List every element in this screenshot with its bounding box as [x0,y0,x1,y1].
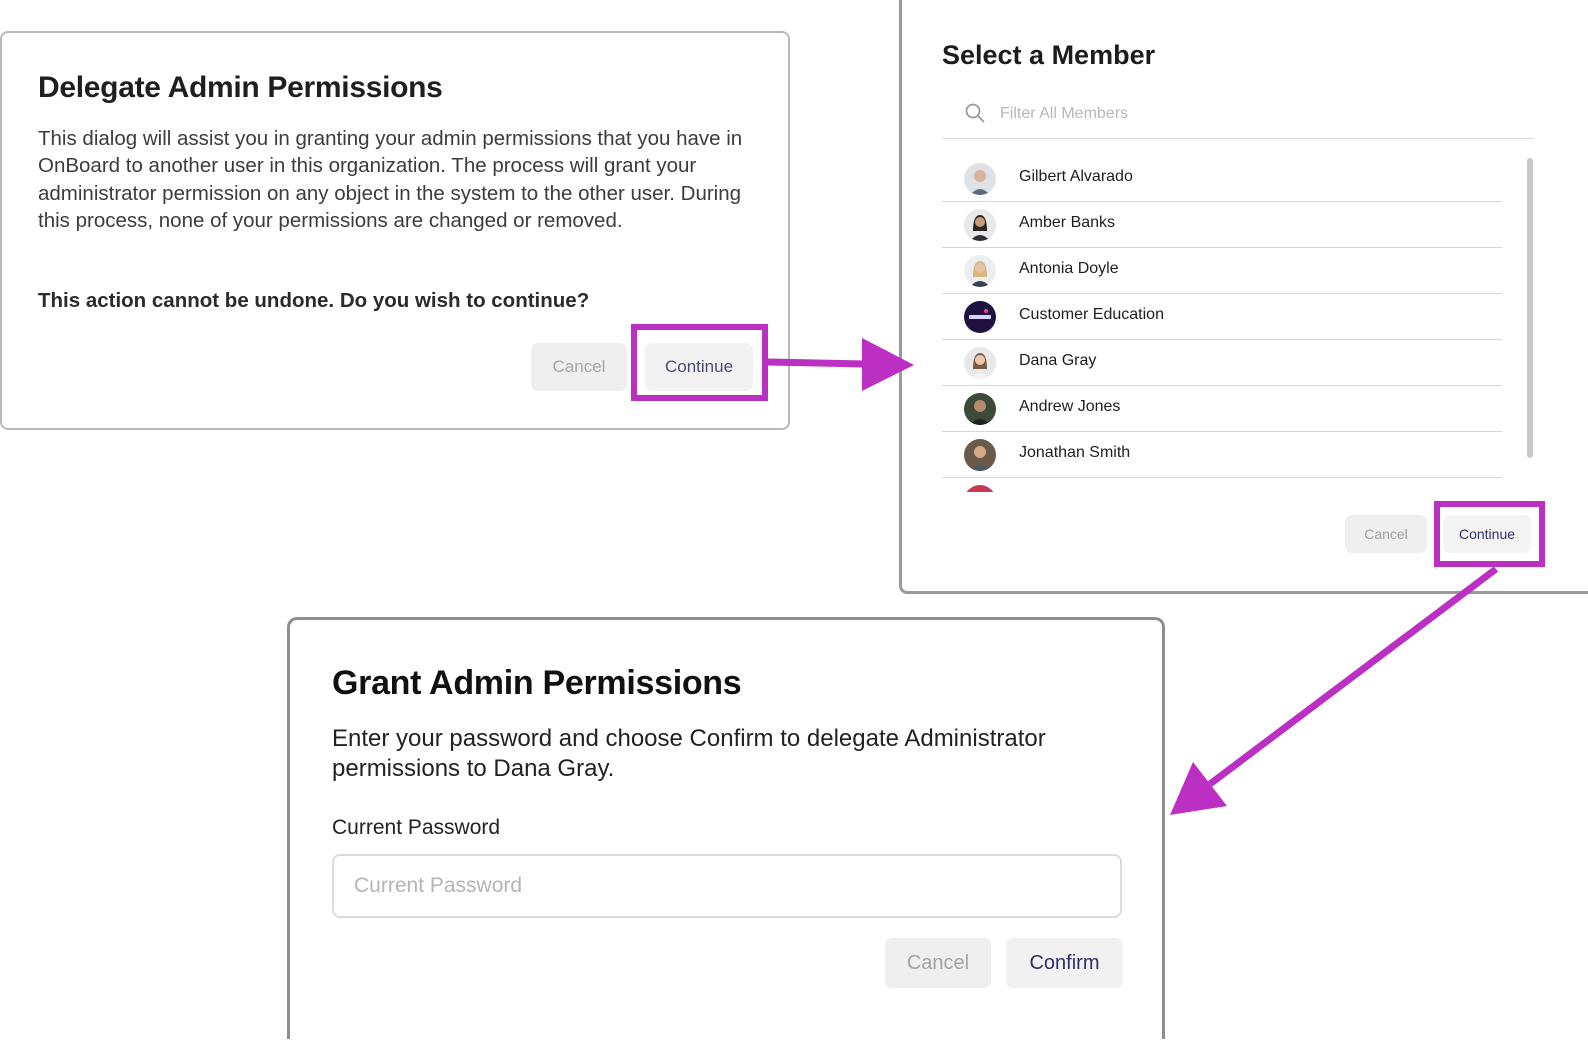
select-member-title: Select a Member [942,40,1156,70]
member-name: Amber Banks [1019,214,1116,231]
avatar [964,163,996,195]
member-row-partial[interactable] [942,478,1502,492]
grant-cancel-button[interactable]: Cancel [885,938,991,988]
member-name: Antonia Doyle [1019,260,1119,277]
grant-confirm-button[interactable]: Confirm [1006,938,1123,988]
member-row[interactable]: Gilbert Alvarado [942,156,1502,202]
avatar [964,209,996,241]
avatar [964,393,996,425]
member-list: Gilbert Alvarado Amber Banks Antonia Doy… [942,156,1502,492]
avatar [964,255,996,287]
member-name: Andrew Jones [1019,398,1121,415]
avatar [964,439,996,471]
arrow-down-left [1170,566,1499,815]
member-name: Gilbert Alvarado [1019,168,1133,185]
member-row[interactable]: Jonathan Smith [942,432,1502,478]
member-row[interactable]: Dana Gray [942,340,1502,386]
delegate-dialog-warning: This action cannot be undone. Do you wis… [38,289,590,312]
delegate-dialog-title: Delegate Admin Permissions [38,71,443,104]
member-row[interactable]: Amber Banks [942,202,1502,248]
delegate-cancel-button[interactable]: Cancel [531,343,627,391]
onboard-logo-avatar [964,301,996,333]
password-label: Current Password [332,816,501,839]
member-search-input[interactable] [998,100,1522,128]
search-icon [965,103,985,123]
member-name: Dana Gray [1019,352,1097,369]
member-list-scrollbar[interactable] [1527,158,1533,458]
avatar [964,485,996,492]
current-password-input[interactable] [332,854,1122,918]
grant-admin-dialog: Grant Admin Permissions Enter your passw… [287,617,1165,1039]
member-row[interactable]: Customer Education [942,294,1502,340]
member-row[interactable]: Andrew Jones [942,386,1502,432]
member-search-bar [942,92,1534,139]
continue-highlight-box [1434,501,1545,567]
grant-dialog-description: Enter your password and choose Confirm t… [332,725,1046,782]
grant-dialog-title: Grant Admin Permissions [332,664,742,702]
member-name: Customer Education [1019,306,1164,323]
avatar [964,347,996,379]
delegate-dialog-description: This dialog will assist you in granting … [38,127,743,232]
select-member-cancel-button[interactable]: Cancel [1345,515,1427,553]
continue-highlight-box [631,324,768,401]
member-row[interactable]: Antonia Doyle [942,248,1502,294]
member-name: Jonathan Smith [1019,444,1131,461]
